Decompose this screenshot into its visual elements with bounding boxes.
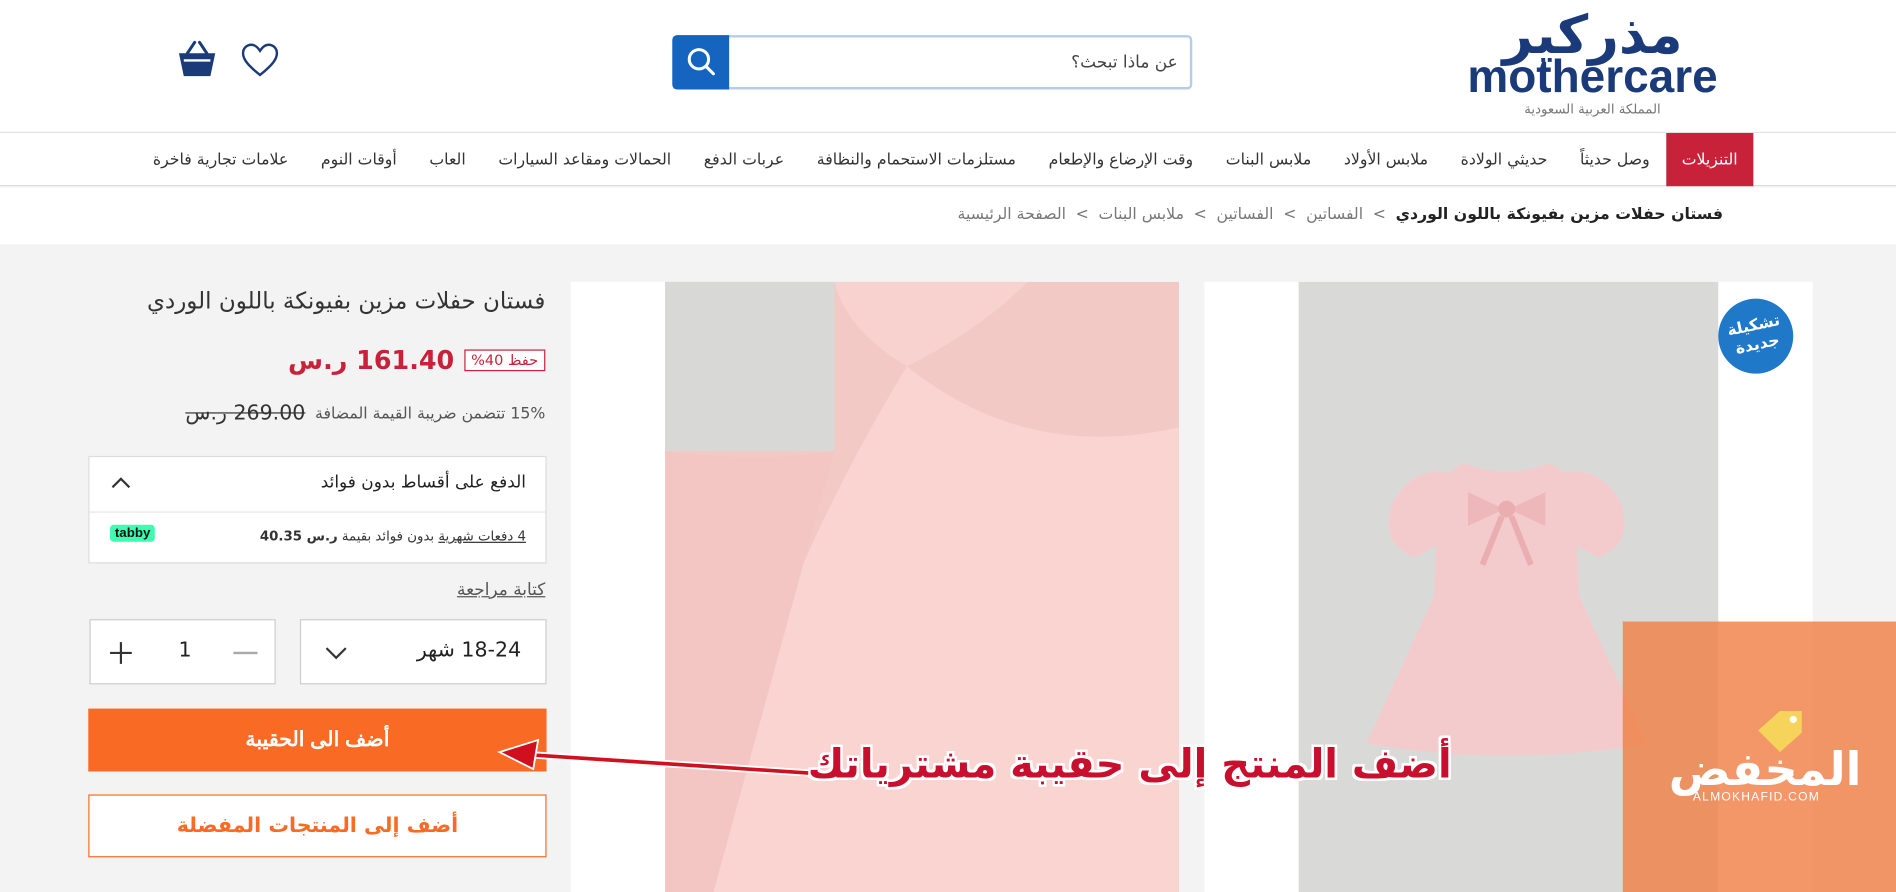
watermark-url: ALMOKHAFID.COM	[1692, 790, 1820, 805]
cart-icon[interactable]	[174, 39, 220, 80]
chevron-down-icon	[325, 647, 347, 660]
search-bar	[672, 35, 1193, 90]
nav-item-bathing[interactable]: مستلزمات الاستحمام والنظافة	[800, 133, 1032, 186]
nav-item-girls-clothing[interactable]: ملابس البنات	[1209, 133, 1327, 186]
breadcrumb-bar: الصفحة الرئيسية > ملابس البنات > الفساتي…	[0, 187, 1896, 245]
annotation-arrow	[496, 738, 823, 778]
installments-panel: الدفع على أقساط بدون فوائد 4 دفعات شهرية…	[88, 455, 547, 564]
nav-item-boys-clothing[interactable]: ملابس الأولاد	[1328, 133, 1445, 186]
current-price: 161.40 ر.س	[288, 345, 455, 375]
nav-item-pushchairs[interactable]: عربات الدفع	[687, 133, 800, 186]
annotation-text: أضف المنتج إلى حقيبة مشترياتك	[807, 740, 1452, 788]
breadcrumb: الصفحة الرئيسية > ملابس البنات > الفساتي…	[958, 206, 1724, 224]
plus-icon[interactable]	[108, 640, 135, 667]
quantity-value[interactable]: 1	[175, 638, 194, 662]
quantity-stepper: 1	[89, 619, 276, 685]
search-button[interactable]	[672, 35, 730, 90]
nav-item-new-arrivals[interactable]: وصل حديثاً	[1564, 133, 1666, 186]
watermark-text: المخفض	[1668, 742, 1862, 796]
old-price-row: 269.00 ر.س 15% تتضمن ضريبة القيمة المضاف…	[185, 401, 545, 425]
minus-icon[interactable]	[233, 651, 258, 655]
breadcrumb-separator: >	[1372, 205, 1386, 224]
tabby-link[interactable]: 4 دفعات شهرية	[438, 528, 526, 544]
fabric-closeup-image	[665, 281, 1179, 892]
dress-image	[1366, 463, 1647, 756]
nav-item-toys[interactable]: العاب	[413, 133, 482, 186]
search-input[interactable]	[742, 37, 1178, 88]
breadcrumb-separator: >	[1283, 205, 1297, 224]
tabby-logo: tabby	[110, 524, 156, 542]
installments-title: الدفع على أقساط بدون فوائد	[320, 472, 527, 493]
discount-badge: حفظ 40%	[463, 349, 546, 372]
search-icon	[687, 48, 715, 76]
size-select[interactable]: 18-24 شهر	[299, 619, 547, 685]
tabby-text: بدون فوائد بقيمة	[337, 528, 439, 545]
original-price: 269.00 ر.س	[185, 401, 306, 426]
nav-item-car-seats[interactable]: الحمالات ومقاعد السيارات	[482, 133, 687, 186]
logo-english: mothercare	[1467, 51, 1718, 103]
tabby-description: 4 دفعات شهرية بدون فوائد بقيمة ر.س 40.35	[260, 528, 526, 544]
add-to-wishlist-button[interactable]: أضف إلى المنتجات المفضلة	[88, 794, 547, 858]
price-row: 161.40 ر.س حفظ 40%	[288, 345, 546, 375]
breadcrumb-home[interactable]: الصفحة الرئيسية	[958, 206, 1066, 224]
nav-item-sale[interactable]: التنزيلات	[1666, 133, 1754, 187]
nav-item-sleep[interactable]: أوقات النوم	[305, 133, 413, 186]
write-review-link[interactable]: كتابة مراجعة	[457, 580, 545, 599]
breadcrumb-girls-clothing[interactable]: ملابس البنات	[1099, 206, 1184, 224]
watermark: المخفض ALMOKHAFID.COM	[1622, 621, 1896, 892]
nav-item-feeding[interactable]: وقت الإرضاع والإطعام	[1032, 133, 1209, 186]
main-navigation: التنزيلات وصل حديثاً حديثي الولادة ملابس…	[0, 133, 1896, 187]
installments-header[interactable]: الدفع على أقساط بدون فوائد	[89, 457, 546, 513]
chevron-up-icon	[111, 477, 131, 489]
product-image-detail[interactable]	[570, 281, 1179, 892]
nav-item-luxury-brands[interactable]: علامات تجارية فاخرة	[137, 133, 305, 186]
size-value: 18-24 شهر	[416, 638, 522, 663]
breadcrumb-separator: >	[1193, 205, 1207, 224]
tabby-amount: ر.س 40.35	[259, 528, 338, 545]
site-header: مذركير mothercare المملكة العربية السعود…	[0, 0, 1896, 134]
breadcrumb-current: فستان حفلات مزين بفيونكة باللون الوردي	[1395, 205, 1724, 224]
product-title: فستان حفلات مزين بفيونكة باللون الوردي	[146, 287, 546, 315]
logo-country: المملكة العربية السعودية	[1524, 101, 1661, 118]
breadcrumb-separator: >	[1075, 205, 1089, 224]
nav-item-newborn[interactable]: حديثي الولادة	[1444, 133, 1563, 186]
add-to-bag-button[interactable]: أضف الى الحقيبة	[88, 708, 547, 772]
wishlist-heart-icon[interactable]	[241, 42, 280, 78]
breadcrumb-dresses[interactable]: الفساتين	[1217, 206, 1274, 224]
vat-note: 15% تتضمن ضريبة القيمة المضافة	[315, 404, 546, 423]
breadcrumb-dresses-sub[interactable]: الفساتين	[1306, 206, 1363, 224]
mothercare-logo[interactable]: مذركير mothercare المملكة العربية السعود…	[1461, 9, 1725, 118]
new-collection-badge: تشكيلة جديدة	[1711, 291, 1801, 381]
